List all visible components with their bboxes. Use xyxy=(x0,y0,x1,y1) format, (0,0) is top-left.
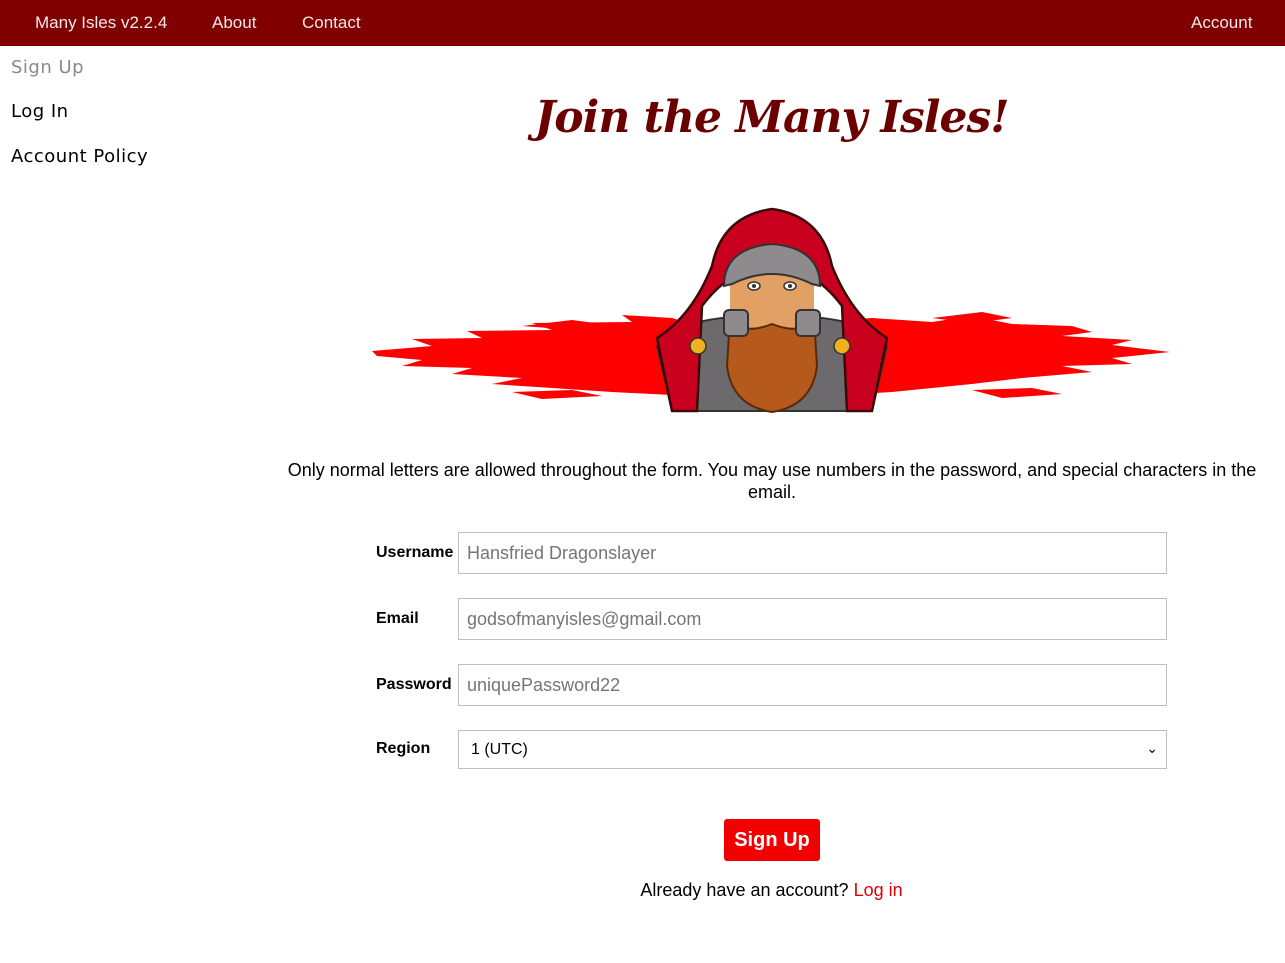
page-title: Join the Many Isles! xyxy=(534,92,1009,143)
sign-up-button[interactable]: Sign Up xyxy=(724,819,820,861)
login-prompt-text: Already have an account? xyxy=(640,880,849,900)
username-label: Username xyxy=(376,544,454,561)
nav-account-link[interactable]: Account xyxy=(1191,0,1252,46)
brand-link[interactable]: Many Isles v2.2.4 xyxy=(35,0,167,46)
region-selected-value: 1 (UTC) xyxy=(471,741,528,758)
sidebar-item-log-in[interactable]: Log In xyxy=(11,101,69,122)
login-link[interactable]: Log in xyxy=(854,880,903,900)
password-input[interactable] xyxy=(458,664,1167,706)
email-input[interactable] xyxy=(458,598,1167,640)
region-select[interactable]: 1 (UTC) ⌄ xyxy=(458,730,1167,769)
sidebar-item-sign-up[interactable]: Sign Up xyxy=(11,57,84,78)
top-navbar: Many Isles v2.2.4 About Contact Account xyxy=(0,0,1285,46)
password-label: Password xyxy=(376,676,452,693)
form-instructions: Only normal letters are allowed througho… xyxy=(287,460,1257,502)
chevron-down-icon: ⌄ xyxy=(1146,740,1158,756)
nav-contact-link[interactable]: Contact xyxy=(302,0,361,46)
hooded-dwarf-illustration xyxy=(372,207,1170,414)
sidebar-item-account-policy[interactable]: Account Policy xyxy=(11,146,148,167)
nav-about-link[interactable]: About xyxy=(212,0,256,46)
email-label: Email xyxy=(376,610,419,627)
username-input[interactable] xyxy=(458,532,1167,574)
login-prompt: Already have an account? Log in xyxy=(258,880,1285,901)
region-label: Region xyxy=(376,740,431,757)
